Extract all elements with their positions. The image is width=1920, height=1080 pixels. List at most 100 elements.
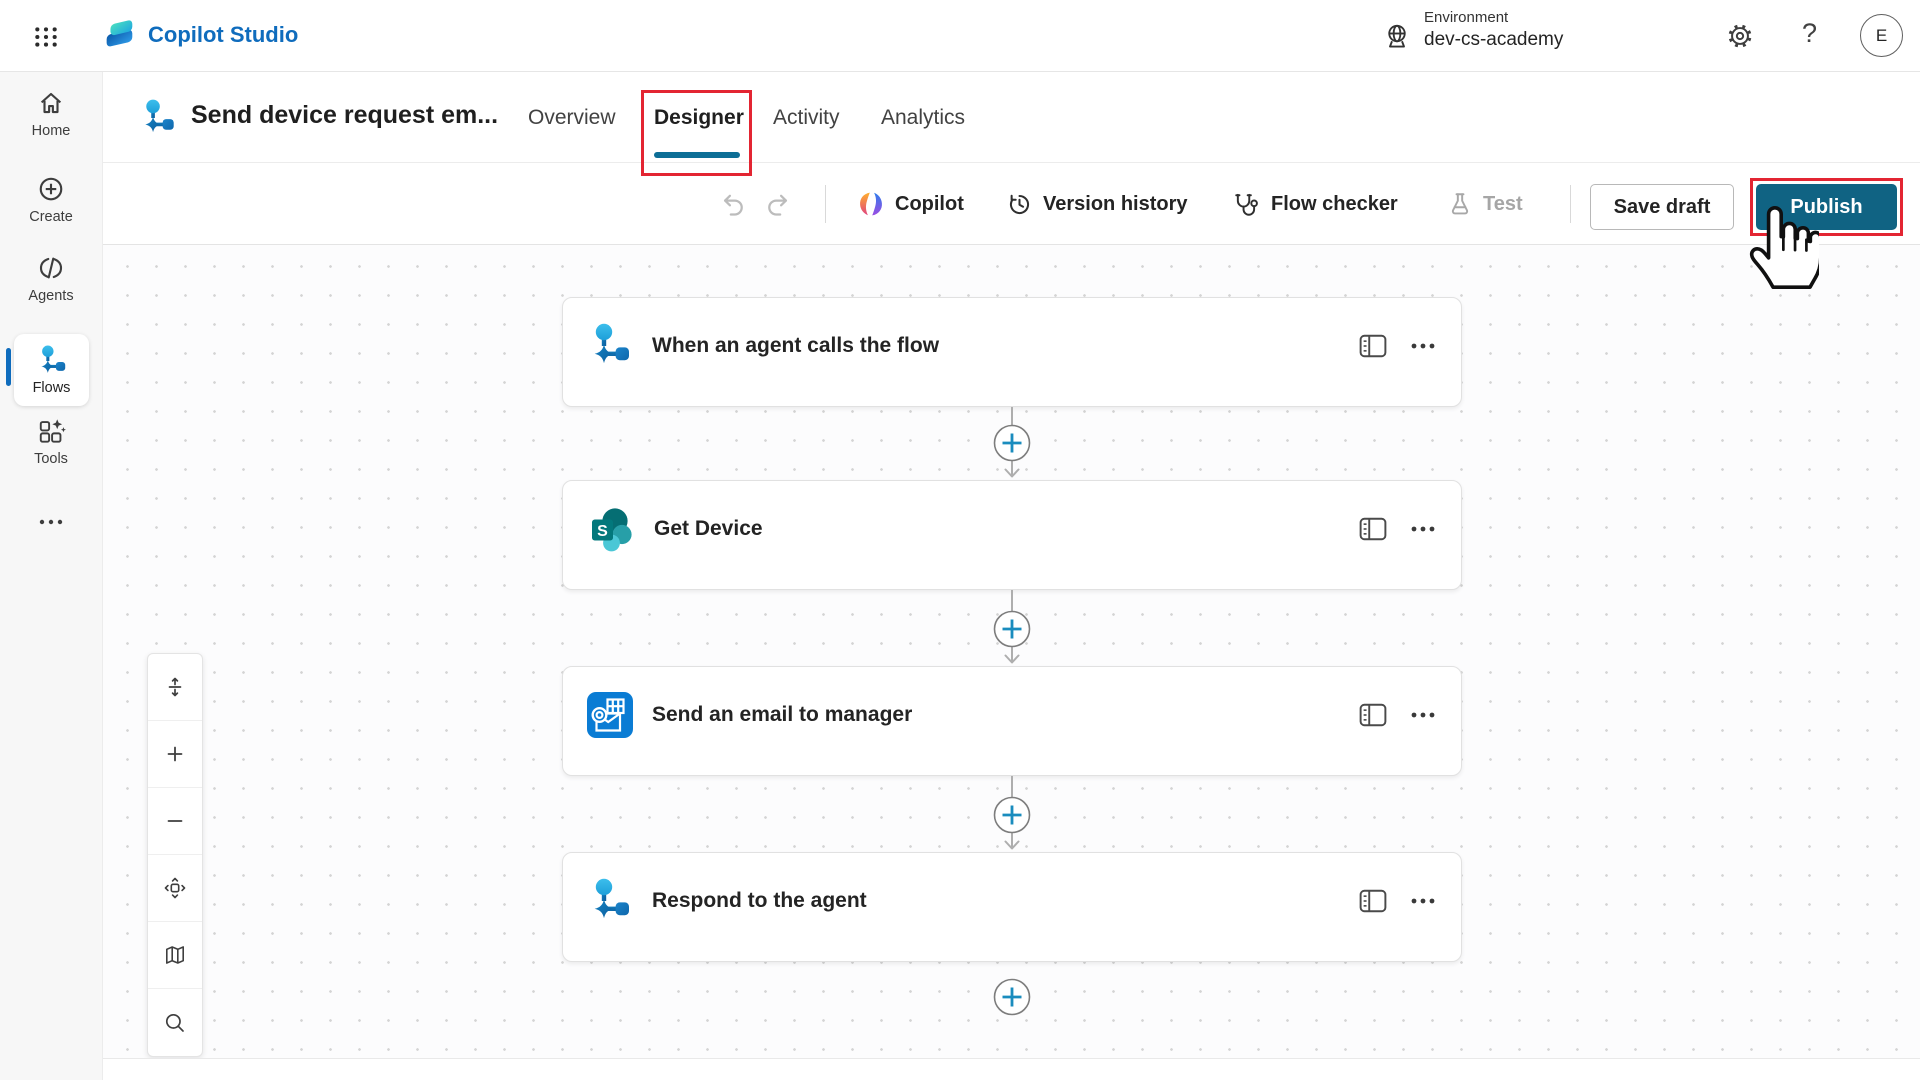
outlook-icon xyxy=(587,692,633,738)
flow-node-get-device[interactable]: S Get Device xyxy=(562,480,1462,590)
sidebar-item-label: Tools xyxy=(34,451,68,467)
flow-checker-label: Flow checker xyxy=(1271,193,1398,216)
open-pane-button[interactable] xyxy=(1359,517,1387,541)
flow-checker-icon xyxy=(1233,191,1261,218)
connector-end xyxy=(990,975,1034,1019)
zoom-in-icon xyxy=(163,742,187,766)
redo-icon xyxy=(765,191,792,218)
svg-text:S: S xyxy=(597,523,608,540)
node-more-button[interactable] xyxy=(1411,343,1435,349)
left-nav-sidebar: Home Create Agents xyxy=(0,72,103,1080)
sidebar-item-label: Home xyxy=(32,123,71,139)
redo-button[interactable] xyxy=(765,163,792,245)
open-pane-icon xyxy=(1359,334,1387,358)
tab-analytics[interactable]: Analytics xyxy=(881,72,965,163)
open-pane-button[interactable] xyxy=(1359,334,1387,358)
agents-icon xyxy=(36,253,66,283)
undo-button[interactable] xyxy=(719,163,746,245)
copilot-button[interactable]: Copilot xyxy=(857,163,964,245)
top-app-bar: Copilot Studio Environment dev-cs-academ… xyxy=(0,0,1920,72)
save-draft-button[interactable]: Save draft xyxy=(1590,184,1734,230)
map-icon xyxy=(163,943,187,967)
undo-icon xyxy=(719,191,746,218)
test-label: Test xyxy=(1483,193,1523,216)
sidebar-item-label: Flows xyxy=(33,380,71,396)
tools-icon xyxy=(36,416,67,446)
flow-node-respond[interactable]: Respond to the agent xyxy=(562,852,1462,962)
flow-checker-button[interactable]: Flow checker xyxy=(1233,163,1398,245)
sidebar-item-create[interactable]: Create xyxy=(0,174,102,225)
publish-button[interactable]: Publish xyxy=(1756,184,1897,230)
copilot-icon xyxy=(857,190,885,218)
app-title[interactable]: Copilot Studio xyxy=(148,22,298,48)
more-ellipsis-icon xyxy=(1411,712,1435,718)
environment-globe-icon xyxy=(1382,22,1412,52)
help-icon[interactable]: ? xyxy=(1802,18,1817,49)
node-title: Respond to the agent xyxy=(652,889,1359,913)
copilot-studio-app: Copilot Studio Environment dev-cs-academ… xyxy=(0,0,1920,1080)
flows-icon xyxy=(36,345,68,377)
toolbar-divider xyxy=(1570,185,1571,223)
flow-node-send-email[interactable]: Send an email to manager xyxy=(562,666,1462,776)
agent-flow-icon xyxy=(587,878,633,924)
toolbar-divider xyxy=(825,185,826,223)
canvas-bottom-track xyxy=(103,1058,1920,1080)
copilot-studio-logo-icon xyxy=(100,17,138,55)
pan-mode-button[interactable] xyxy=(148,855,202,922)
flow-node-trigger[interactable]: When an agent calls the flow xyxy=(562,297,1462,407)
pan-icon xyxy=(163,876,187,900)
minimap-button[interactable] xyxy=(148,922,202,989)
version-history-icon xyxy=(1006,191,1033,218)
sharepoint-icon: S xyxy=(587,505,635,553)
settings-gear-icon[interactable] xyxy=(1726,22,1754,50)
node-title: Send an email to manager xyxy=(652,703,1359,727)
sidebar-item-flows[interactable]: Flows xyxy=(14,334,89,406)
fit-view-icon xyxy=(163,675,187,699)
environment-name[interactable]: dev-cs-academy xyxy=(1424,29,1563,51)
selected-item-indicator xyxy=(6,348,11,386)
waffle-menu-icon[interactable] xyxy=(28,24,64,50)
avatar[interactable]: E xyxy=(1860,14,1903,57)
flow-title: Send device request em... xyxy=(191,101,498,130)
designer-toolbar: Copilot Version history Flow checker xyxy=(103,163,1920,245)
more-ellipsis-icon xyxy=(1411,526,1435,532)
connector xyxy=(990,776,1034,852)
tab-activity[interactable]: Activity xyxy=(773,72,840,163)
flow-header: Send device request em... Overview Desig… xyxy=(103,72,1920,163)
search-button[interactable] xyxy=(148,989,202,1056)
open-pane-icon xyxy=(1359,889,1387,913)
sidebar-item-home[interactable]: Home xyxy=(0,88,102,139)
node-more-button[interactable] xyxy=(1411,898,1435,904)
more-ellipsis-icon xyxy=(1411,343,1435,349)
sidebar-item-tools[interactable]: Tools xyxy=(0,416,102,467)
save-draft-label: Save draft xyxy=(1614,196,1711,219)
zoom-in-button[interactable] xyxy=(148,721,202,788)
zoom-out-button[interactable] xyxy=(148,788,202,855)
flow-title-icon xyxy=(139,99,177,137)
environment-label: Environment xyxy=(1424,9,1508,26)
agent-flow-icon xyxy=(587,323,633,369)
test-beaker-icon xyxy=(1447,191,1473,217)
test-button[interactable]: Test xyxy=(1447,163,1523,245)
more-ellipsis-icon xyxy=(38,518,64,526)
tab-designer[interactable]: Designer xyxy=(654,72,744,163)
open-pane-icon xyxy=(1359,703,1387,727)
sidebar-more-button[interactable] xyxy=(0,518,102,526)
sidebar-item-agents[interactable]: Agents xyxy=(0,253,102,304)
node-more-button[interactable] xyxy=(1411,712,1435,718)
publish-label: Publish xyxy=(1790,196,1862,219)
tab-overview[interactable]: Overview xyxy=(528,72,616,163)
avatar-initial: E xyxy=(1876,26,1887,46)
zoom-out-icon xyxy=(163,809,187,833)
version-history-button[interactable]: Version history xyxy=(1006,163,1188,245)
more-ellipsis-icon xyxy=(1411,898,1435,904)
fit-to-view-button[interactable] xyxy=(148,654,202,721)
open-pane-button[interactable] xyxy=(1359,889,1387,913)
flow-designer-canvas[interactable]: When an agent calls the flow xyxy=(103,245,1920,1080)
connector xyxy=(990,590,1034,666)
node-more-button[interactable] xyxy=(1411,526,1435,532)
node-title: When an agent calls the flow xyxy=(652,334,1359,358)
connector xyxy=(990,407,1034,480)
open-pane-button[interactable] xyxy=(1359,703,1387,727)
version-history-label: Version history xyxy=(1043,193,1188,216)
